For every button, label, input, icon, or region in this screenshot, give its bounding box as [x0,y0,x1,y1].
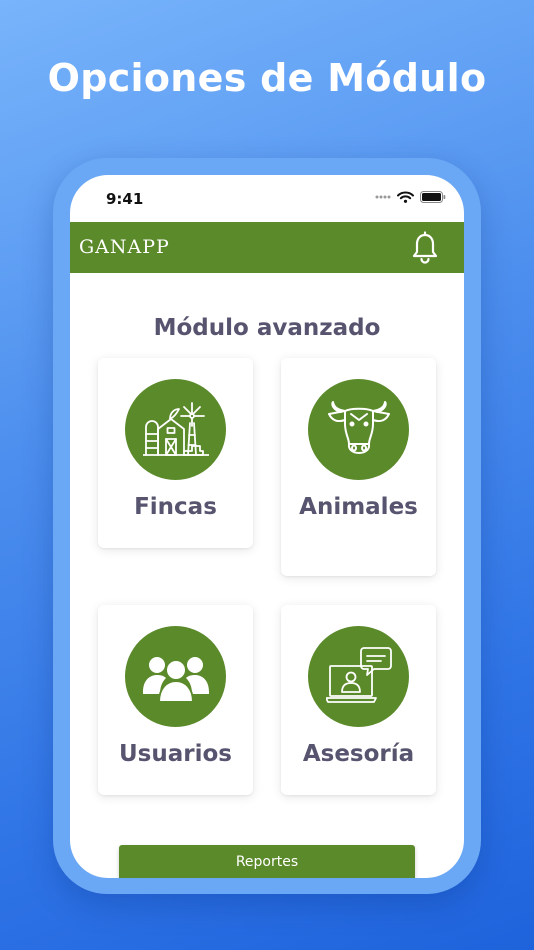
card-icon-circle [125,379,226,480]
card-icon-circle [125,626,226,727]
status-icons [375,191,446,203]
phone-screen: 9:41 GANAPP Módulo avanzado Fincas Anima… [70,175,464,878]
card-label: Usuarios [119,741,232,767]
cow-head-icon [327,400,390,454]
section-title: Módulo avanzado [153,315,381,341]
card-asesoria[interactable]: Asesoría [281,605,436,795]
card-label: Fincas [134,494,217,520]
app-title: GANAPP [79,236,170,258]
users-group-icon [142,656,209,702]
promo-headline: Opciones de Módulo [47,56,487,100]
card-label: Asesoría [302,741,415,767]
signal-dots-icon [375,195,391,199]
status-time: 9:41 [106,190,144,208]
card-label: Animales [299,494,418,520]
card-icon-circle [308,379,409,480]
card-fincas[interactable]: Fincas [98,358,253,548]
card-animales[interactable]: Animales [281,358,436,576]
app-bar: GANAPP [70,222,464,273]
reports-button[interactable]: Reportes [119,845,415,878]
online-advisor-icon [325,646,392,703]
card-icon-circle [308,626,409,727]
card-usuarios[interactable]: Usuarios [98,605,253,795]
status-bar: 9:41 [70,175,464,222]
farm-icon [142,401,209,456]
battery-icon [420,191,446,203]
bell-icon[interactable] [408,231,442,265]
wifi-icon [397,191,414,203]
